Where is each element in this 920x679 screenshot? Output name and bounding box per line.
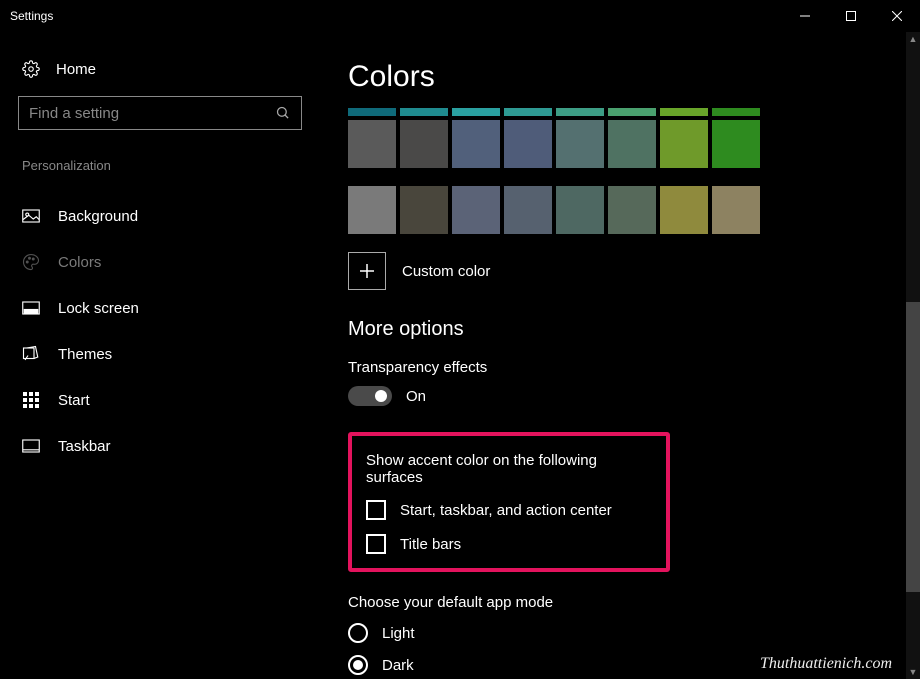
radio-row-light[interactable]: Light: [348, 623, 920, 643]
color-swatch-row: [348, 186, 920, 234]
settings-window: Settings Home Persona: [0, 0, 920, 679]
color-swatch[interactable]: [660, 186, 708, 234]
scrollbar[interactable]: ▲ ▼: [906, 32, 920, 679]
start-icon: [22, 391, 40, 409]
color-swatch[interactable]: [712, 108, 760, 116]
color-swatch[interactable]: [712, 186, 760, 234]
checkbox[interactable]: [366, 534, 386, 554]
color-swatch[interactable]: [452, 120, 500, 168]
radio-button[interactable]: [348, 623, 368, 643]
checkbox[interactable]: [366, 500, 386, 520]
more-options-heading: More options: [348, 318, 920, 341]
color-swatch[interactable]: [504, 108, 552, 116]
color-swatch[interactable]: [400, 108, 448, 116]
search-box[interactable]: [18, 96, 302, 130]
color-swatch[interactable]: [348, 108, 396, 116]
home-label: Home: [56, 61, 96, 78]
sidebar-item-background[interactable]: Background: [18, 193, 302, 239]
checkbox-row-title-bars[interactable]: Title bars: [366, 534, 652, 554]
close-button[interactable]: [874, 0, 920, 32]
search-icon: [275, 105, 291, 121]
color-swatch[interactable]: [400, 120, 448, 168]
scroll-down-arrow[interactable]: ▼: [906, 665, 920, 679]
checkbox-label: Start, taskbar, and action center: [400, 502, 612, 519]
color-swatch[interactable]: [660, 120, 708, 168]
color-swatch[interactable]: [556, 120, 604, 168]
scrollbar-thumb[interactable]: [906, 302, 920, 592]
maximize-button[interactable]: [828, 0, 874, 32]
palette-icon: [22, 253, 40, 271]
color-swatch[interactable]: [452, 186, 500, 234]
sidebar: Home Personalization Background Colors L…: [0, 32, 320, 679]
titlebar: Settings: [0, 0, 920, 32]
default-mode-label: Choose your default app mode: [348, 594, 920, 611]
sidebar-item-taskbar[interactable]: Taskbar: [18, 423, 302, 469]
category-title: Personalization: [18, 158, 302, 173]
color-swatch[interactable]: [608, 108, 656, 116]
image-icon: [22, 207, 40, 225]
color-swatch[interactable]: [504, 186, 552, 234]
sidebar-item-label: Start: [58, 392, 90, 409]
color-swatch[interactable]: [660, 108, 708, 116]
sidebar-item-label: Themes: [58, 346, 112, 363]
minimize-button[interactable]: [782, 0, 828, 32]
sidebar-item-label: Taskbar: [58, 438, 111, 455]
sidebar-item-label: Background: [58, 208, 138, 225]
gear-icon: [22, 60, 40, 78]
transparency-label: Transparency effects: [348, 359, 920, 376]
color-swatch-row-top: [348, 108, 920, 116]
color-swatch[interactable]: [452, 108, 500, 116]
color-swatch[interactable]: [608, 186, 656, 234]
search-input[interactable]: [29, 105, 275, 122]
taskbar-icon: [22, 437, 40, 455]
scroll-up-arrow[interactable]: ▲: [906, 32, 920, 46]
transparency-toggle[interactable]: [348, 386, 392, 406]
page-title: Colors: [348, 60, 920, 94]
sidebar-item-label: Lock screen: [58, 300, 139, 317]
custom-color-label: Custom color: [402, 263, 490, 280]
watermark: Thuthuattienich.com: [760, 655, 892, 673]
checkbox-label: Title bars: [400, 536, 461, 553]
themes-icon: [22, 345, 40, 363]
custom-color-row: Custom color: [348, 252, 920, 290]
custom-color-button[interactable]: [348, 252, 386, 290]
radio-label: Dark: [382, 657, 414, 674]
home-link[interactable]: Home: [18, 60, 302, 78]
color-swatch[interactable]: [348, 186, 396, 234]
main-content: Colors Custom color More options Transpa…: [320, 32, 920, 679]
checkbox-row-start-taskbar[interactable]: Start, taskbar, and action center: [366, 500, 652, 520]
sidebar-item-start[interactable]: Start: [18, 377, 302, 423]
color-swatch[interactable]: [556, 108, 604, 116]
sidebar-item-themes[interactable]: Themes: [18, 331, 302, 377]
color-swatch[interactable]: [504, 120, 552, 168]
transparency-value: On: [406, 388, 426, 405]
color-swatch[interactable]: [712, 120, 760, 168]
radio-label: Light: [382, 625, 415, 642]
color-swatch[interactable]: [556, 186, 604, 234]
sidebar-item-label: Colors: [58, 254, 101, 271]
accent-section-label: Show accent color on the following surfa…: [366, 452, 652, 486]
radio-button[interactable]: [348, 655, 368, 675]
color-swatch-row: [348, 120, 920, 168]
color-swatch[interactable]: [608, 120, 656, 168]
accent-surfaces-highlight: Show accent color on the following surfa…: [348, 432, 670, 572]
color-swatch[interactable]: [348, 120, 396, 168]
lockscreen-icon: [22, 299, 40, 317]
color-swatch[interactable]: [400, 186, 448, 234]
window-title: Settings: [10, 9, 53, 23]
sidebar-item-colors[interactable]: Colors: [18, 239, 302, 285]
sidebar-item-lock-screen[interactable]: Lock screen: [18, 285, 302, 331]
